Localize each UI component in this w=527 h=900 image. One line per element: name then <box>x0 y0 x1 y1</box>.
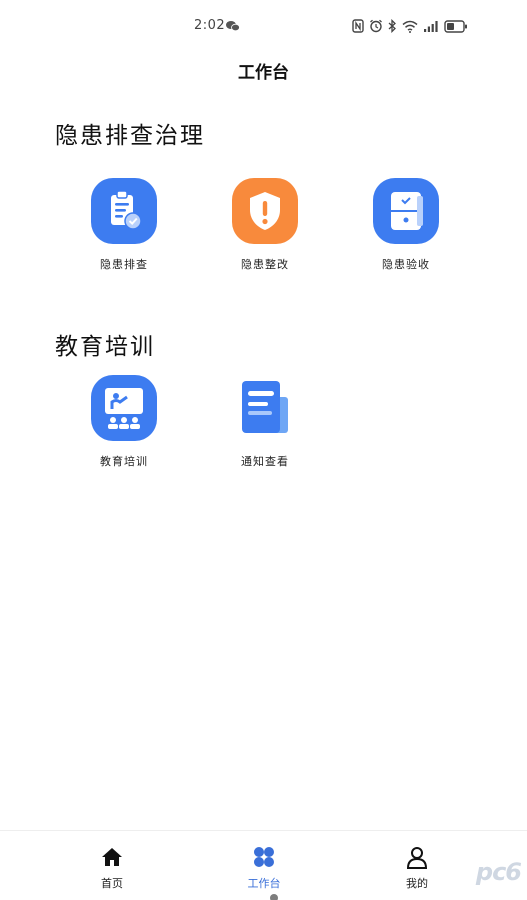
tile-label: 通知查看 <box>241 455 289 468</box>
section-title-hazard: 隐患排查治理 <box>55 123 205 149</box>
battery-icon <box>444 19 467 33</box>
wifi-icon <box>402 20 418 33</box>
status-bar: 2:02 <box>0 0 527 52</box>
tile-notice-view[interactable]: 通知查看 <box>210 375 320 469</box>
section-title-training: 教育培训 <box>55 334 155 360</box>
tile-label: 隐患排查 <box>100 258 148 271</box>
page-title: 工作台 <box>238 63 289 83</box>
wechat-icon <box>226 21 240 32</box>
shield-alert-icon <box>232 178 298 244</box>
nav-label: 我的 <box>406 877 428 890</box>
tile-label: 教育培训 <box>100 455 148 468</box>
tile-hazard-inspection[interactable]: 隐患排查 <box>69 178 179 272</box>
tile-label: 隐患整改 <box>241 258 289 271</box>
watermark-logo: pc6 <box>475 858 522 886</box>
workbench-icon <box>254 847 274 867</box>
tile-hazard-rectification[interactable]: 隐患整改 <box>210 178 320 272</box>
nfc-icon <box>352 19 364 33</box>
tile-education-training[interactable]: 教育培训 <box>69 375 179 469</box>
nav-label: 工作台 <box>247 877 281 890</box>
nav-label: 首页 <box>101 877 123 890</box>
app-screen: 2:02 工作台 隐患排查治理 隐患排查 隐患整改 隐患验收 教育培训 教育培训… <box>0 0 527 900</box>
nav-item-mine[interactable]: 我的 <box>372 845 462 891</box>
nav-item-workbench[interactable]: 工作台 <box>219 845 309 891</box>
user-icon <box>406 847 428 869</box>
notice-card-icon <box>232 375 298 441</box>
home-icon <box>102 848 122 866</box>
cabinet-check-icon <box>373 178 439 244</box>
alarm-icon <box>370 19 382 33</box>
tile-hazard-acceptance[interactable]: 隐患验收 <box>351 178 461 272</box>
clipboard-check-icon <box>91 178 157 244</box>
status-time: 2:02 <box>194 18 226 33</box>
bluetooth-icon <box>388 19 396 33</box>
status-icons <box>352 18 468 34</box>
classroom-icon <box>91 375 157 441</box>
nav-item-home[interactable]: 首页 <box>67 845 157 891</box>
tile-label: 隐患验收 <box>382 258 430 271</box>
home-indicator-dot <box>270 894 278 900</box>
signal-icon <box>424 20 438 32</box>
bottom-nav: 首页 工作台 我的 <box>0 830 527 900</box>
